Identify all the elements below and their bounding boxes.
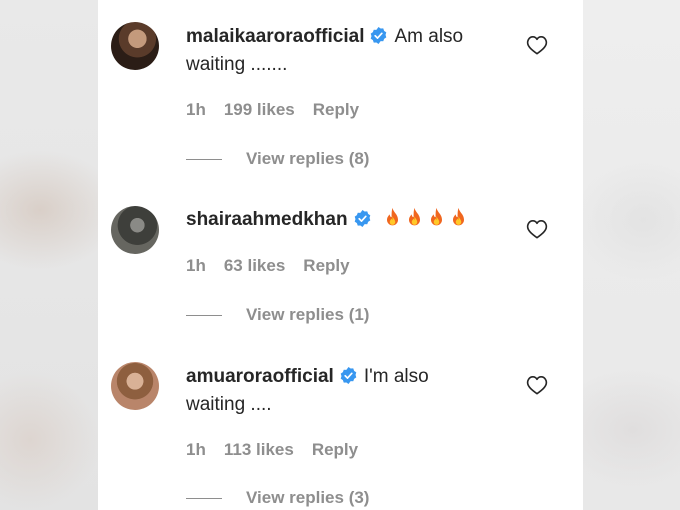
view-replies-button[interactable]: View replies (8) — [186, 149, 369, 169]
comments-panel: malaikaaroraofficial Am also waiting ....… — [98, 0, 583, 510]
comment-meta: 1h 113 likes Reply — [186, 440, 376, 460]
verified-badge-icon — [340, 366, 357, 385]
comment-time: 1h — [186, 256, 206, 275]
view-replies-button[interactable]: View replies (1) — [186, 305, 369, 325]
view-replies-label: View replies (1) — [246, 305, 370, 324]
heart-outline-icon[interactable] — [526, 35, 548, 55]
heart-outline-icon[interactable] — [526, 375, 548, 395]
comment-meta: 1h 63 likes Reply — [186, 256, 368, 276]
avatar[interactable] — [111, 22, 159, 70]
divider-line — [186, 497, 222, 499]
comment-username[interactable]: shairaahmedkhan — [186, 209, 348, 230]
comment-body: shairaahmedkhan 🔥🔥🔥🔥 — [186, 206, 516, 234]
heart-outline-icon[interactable] — [526, 219, 548, 239]
comment-text: Am also — [394, 26, 464, 47]
avatar[interactable] — [111, 362, 159, 410]
comment-body: malaikaaroraofficial Am also waiting ....… — [186, 23, 516, 79]
reply-button[interactable]: Reply — [312, 440, 358, 459]
comment-time: 1h — [186, 100, 206, 119]
view-replies-button[interactable]: View replies (3) — [186, 488, 369, 508]
comment-username[interactable]: amuaroraofficial — [186, 366, 334, 387]
divider-line — [186, 158, 222, 160]
background-right — [583, 0, 680, 510]
comment-likes[interactable]: 63 likes — [224, 256, 285, 275]
comment-text-continued: waiting .... — [186, 394, 272, 415]
comment-text: 🔥🔥🔥🔥 — [378, 207, 471, 230]
verified-badge-icon — [371, 26, 387, 45]
avatar[interactable] — [111, 206, 159, 254]
comment-meta: 1h 199 likes Reply — [186, 100, 377, 120]
reply-button[interactable]: Reply — [313, 100, 359, 119]
comment-likes[interactable]: 199 likes — [224, 100, 295, 119]
comment-text: I'm also — [363, 366, 429, 387]
view-replies-label: View replies (3) — [246, 488, 370, 507]
comment-username[interactable]: malaikaaroraofficial — [186, 26, 364, 47]
comment-time: 1h — [186, 440, 206, 459]
comment-text-continued: waiting ....... — [186, 54, 288, 75]
reply-button[interactable]: Reply — [303, 256, 349, 275]
verified-badge-icon — [354, 209, 370, 228]
view-replies-label: View replies (8) — [246, 149, 370, 168]
comment-likes[interactable]: 113 likes — [224, 440, 294, 459]
divider-line — [186, 314, 222, 316]
background-left — [0, 0, 98, 510]
comment-body: amuaroraofficial I'm also waiting .... — [186, 363, 516, 419]
